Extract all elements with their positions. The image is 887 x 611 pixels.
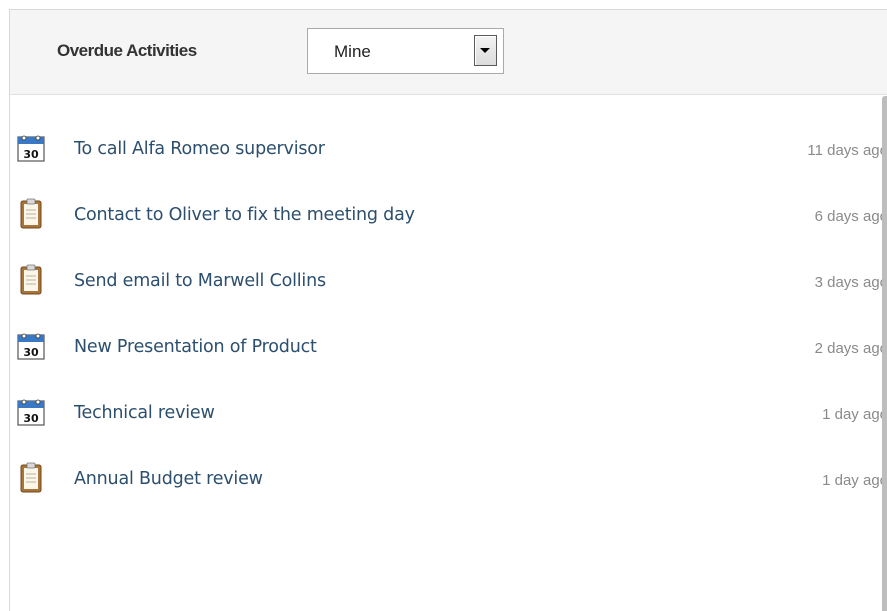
activity-title-link[interactable]: Technical review bbox=[74, 403, 215, 423]
task-clipboard-icon bbox=[20, 462, 42, 493]
list-item: Send email to Marwell Collins 3 days ago bbox=[10, 261, 887, 301]
calendar-icon: 30 bbox=[17, 399, 45, 426]
activity-due-time: 1 day ago bbox=[822, 472, 887, 489]
activity-title-link[interactable]: Annual Budget review bbox=[74, 469, 263, 489]
svg-text:30: 30 bbox=[23, 346, 39, 359]
svg-text:30: 30 bbox=[23, 148, 39, 161]
panel-header: Overdue Activities Mine bbox=[10, 10, 887, 95]
list-scrollbar[interactable] bbox=[882, 96, 887, 611]
list-item: 30 Technical review 1 day ago bbox=[10, 393, 887, 433]
owner-filter-select[interactable]: Mine bbox=[307, 28, 504, 74]
activity-title-link[interactable]: New Presentation of Product bbox=[74, 337, 317, 357]
calendar-icon: 30 bbox=[17, 333, 45, 360]
activity-due-time: 3 days ago bbox=[814, 274, 887, 291]
task-clipboard-icon bbox=[20, 198, 42, 229]
activity-title-link[interactable]: Contact to Oliver to fix the meeting day bbox=[74, 205, 415, 225]
list-item: 30 To call Alfa Romeo supervisor 11 days… bbox=[10, 129, 887, 169]
activity-due-time: 1 day ago bbox=[822, 406, 887, 423]
panel-title: Overdue Activities bbox=[57, 41, 197, 60]
overdue-activities-panel: Overdue Activities Mine 30 To call Alfa … bbox=[9, 9, 887, 611]
chevron-down-icon[interactable] bbox=[474, 35, 497, 66]
activity-title-link[interactable]: To call Alfa Romeo supervisor bbox=[74, 139, 325, 159]
list-item: Contact to Oliver to fix the meeting day… bbox=[10, 195, 887, 235]
activity-due-time: 6 days ago bbox=[814, 208, 887, 225]
calendar-icon: 30 bbox=[17, 135, 45, 162]
list-item: 30 New Presentation of Product 2 days ag… bbox=[10, 327, 887, 367]
activity-title-link[interactable]: Send email to Marwell Collins bbox=[74, 271, 326, 291]
activity-due-time: 11 days ago bbox=[807, 142, 887, 159]
owner-filter-value: Mine bbox=[334, 42, 371, 61]
activity-due-time: 2 days ago bbox=[814, 340, 887, 357]
task-clipboard-icon bbox=[20, 264, 42, 295]
list-item: Annual Budget review 1 day ago bbox=[10, 459, 887, 499]
svg-text:30: 30 bbox=[23, 412, 39, 425]
